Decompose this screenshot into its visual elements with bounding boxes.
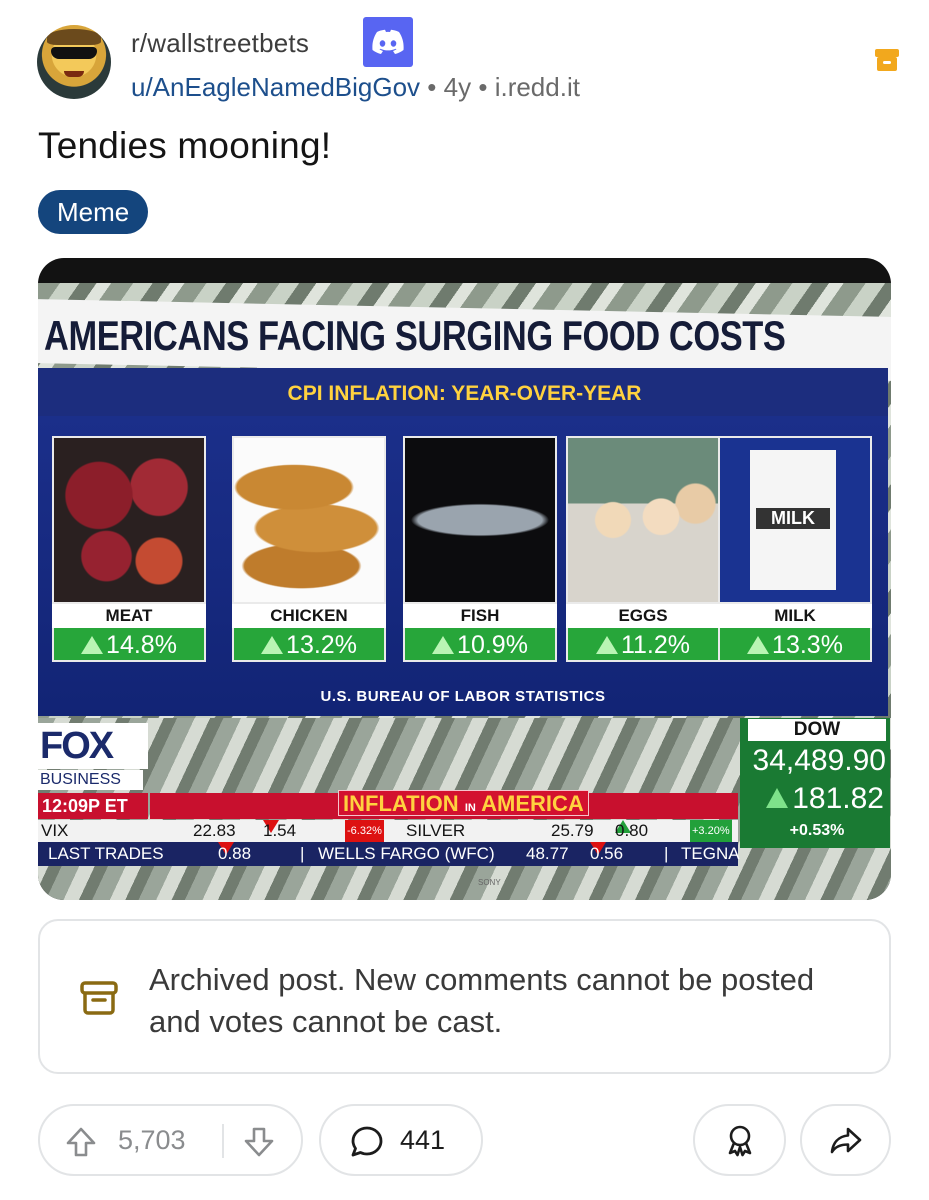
post-domain[interactable]: i.redd.it <box>495 72 580 102</box>
share-icon <box>830 1127 861 1154</box>
food-card-fish: FISH 10.9% <box>403 436 557 662</box>
banner-word-3: AMERICA <box>481 791 584 816</box>
milk-image: MILK <box>718 436 872 604</box>
ticker-vix: VIX <box>41 821 69 840</box>
award-button[interactable] <box>693 1104 786 1176</box>
avatar-sunglasses <box>51 47 97 59</box>
food-change: 13.2% <box>232 628 386 662</box>
tv-subheadline: CPI INFLATION: YEAR-OVER-YEAR <box>287 382 642 405</box>
food-change-value: 14.8% <box>106 631 177 659</box>
discord-badge[interactable] <box>363 17 413 67</box>
tv-brand: SONY <box>478 878 501 887</box>
food-change: 11.2% <box>566 628 720 662</box>
dow-percent: +0.53% <box>789 822 845 839</box>
comment-count: 441 <box>400 1125 446 1155</box>
food-change-value: 10.9% <box>457 631 528 659</box>
inflation-banner: INFLATION IN AMERICA <box>338 790 589 816</box>
ticker-change-value: 1.54 <box>263 821 297 840</box>
ticker-value: 48.77 <box>526 844 569 863</box>
food-change-value: 11.2% <box>620 631 691 659</box>
data-source: U.S. BUREAU OF LABOR STATISTICS <box>320 688 606 705</box>
food-label: MILK <box>718 604 872 628</box>
user-avatar[interactable] <box>37 25 111 99</box>
food-change: 14.8% <box>52 628 206 662</box>
dow-value: 34,489.90 <box>752 744 886 777</box>
discord-icon <box>372 29 404 54</box>
ticker-change-value: 0.56 <box>590 844 624 863</box>
up-arrow-icon <box>595 636 618 654</box>
dow-change: 181.82 <box>742 782 891 816</box>
food-card-chicken: CHICKEN 13.2% <box>232 436 386 662</box>
comments-button[interactable]: 441 <box>319 1104 483 1176</box>
post-age: 4y <box>443 72 472 102</box>
ticker-change-value: 0.88 <box>218 844 252 863</box>
ticker-percent: +3.20% <box>690 820 732 842</box>
food-change-value: 13.2% <box>286 631 357 659</box>
ticker-percent: -6.32% <box>345 820 384 842</box>
dow-label: DOW <box>748 719 886 741</box>
banner-word-1: INFLATION <box>343 791 459 816</box>
banner-word-2: IN <box>464 802 476 814</box>
milk-carton: MILK <box>750 450 836 590</box>
food-label: FISH <box>403 604 557 628</box>
network-logo: FOX <box>38 723 148 769</box>
comment-icon <box>351 1126 383 1157</box>
vote-control: 5,703 <box>38 1104 303 1176</box>
post-flair[interactable]: Meme <box>38 190 149 234</box>
eggs-image <box>566 436 720 604</box>
archived-notice-text: Archived post. New comments cannot be po… <box>149 962 815 1039</box>
post-image[interactable]: AMERICANS FACING SURGING FOOD COSTS CPI … <box>38 258 891 900</box>
up-arrow-icon <box>766 788 789 808</box>
meat-image <box>52 436 206 604</box>
up-arrow-icon <box>81 636 104 654</box>
archive-icon <box>80 981 118 1015</box>
avatar-mouth <box>64 71 84 77</box>
up-arrow-icon <box>261 636 284 654</box>
share-button[interactable] <box>800 1104 891 1176</box>
avatar-hair <box>47 29 101 45</box>
ticker-value: 22.83 <box>193 821 236 840</box>
archived-notice: Archived post. New comments cannot be po… <box>38 919 891 1074</box>
food-card-meat: MEAT 14.8% <box>52 436 206 662</box>
ticker-tegna: TEGNA <box>681 844 740 863</box>
post-meta: u/AnEagleNamedBigGov • 4y • i.redd.it <box>131 72 580 103</box>
milk-carton-word: MILK <box>756 508 830 529</box>
up-arrow-icon <box>432 636 455 654</box>
meta-separator: • <box>427 72 437 102</box>
food-label: EGGS <box>566 604 720 628</box>
up-arrow-icon <box>747 636 770 654</box>
food-card-eggs: EGGS 11.2% <box>566 436 720 662</box>
ticker-separator: | <box>300 844 305 863</box>
subreddit-name[interactable]: r/wallstreetbets <box>131 28 309 59</box>
ticker-row-2: LAST TRADES 0.88 | WELLS FARGO (WFC) 48.… <box>38 842 740 866</box>
vote-count: 5,703 <box>118 1125 186 1155</box>
downvote-icon[interactable] <box>242 1125 276 1159</box>
meta-separator: • <box>478 72 488 102</box>
food-label: CHICKEN <box>232 604 386 628</box>
archive-icon[interactable] <box>874 47 900 73</box>
ticker-wfc: WELLS FARGO (WFC) <box>318 844 495 863</box>
ticker-change-value: 0.80 <box>615 821 649 840</box>
tv-headline: AMERICANS FACING SURGING FOOD COSTS <box>44 312 786 359</box>
food-change: 13.3% <box>718 628 872 662</box>
ticker-value: 25.79 <box>551 821 594 840</box>
food-change-value: 13.3% <box>772 631 843 659</box>
network-sub: BUSINESS <box>38 770 143 790</box>
upvote-icon[interactable] <box>64 1125 98 1159</box>
dow-change-value: 181.82 <box>792 782 884 815</box>
chicken-image <box>232 436 386 604</box>
post-title[interactable]: Tendies mooning! <box>38 125 331 167</box>
fish-image <box>403 436 557 604</box>
broadcast-time: 12:09P ET <box>38 793 148 819</box>
food-label: MEAT <box>52 604 206 628</box>
ticker-last-trades: LAST TRADES <box>48 844 164 863</box>
vote-divider <box>222 1124 224 1158</box>
username-link[interactable]: u/AnEagleNamedBigGov <box>131 72 420 102</box>
award-icon <box>728 1125 751 1157</box>
ticker-separator: | <box>664 844 669 863</box>
ticker-row-1: VIX 22.83 1.54 -6.32% SILVER 25.79 0.80 … <box>38 820 738 842</box>
food-change: 10.9% <box>403 628 557 662</box>
food-card-milk: MILK MILK 13.3% <box>718 436 872 662</box>
ticker-silver: SILVER <box>406 821 466 840</box>
